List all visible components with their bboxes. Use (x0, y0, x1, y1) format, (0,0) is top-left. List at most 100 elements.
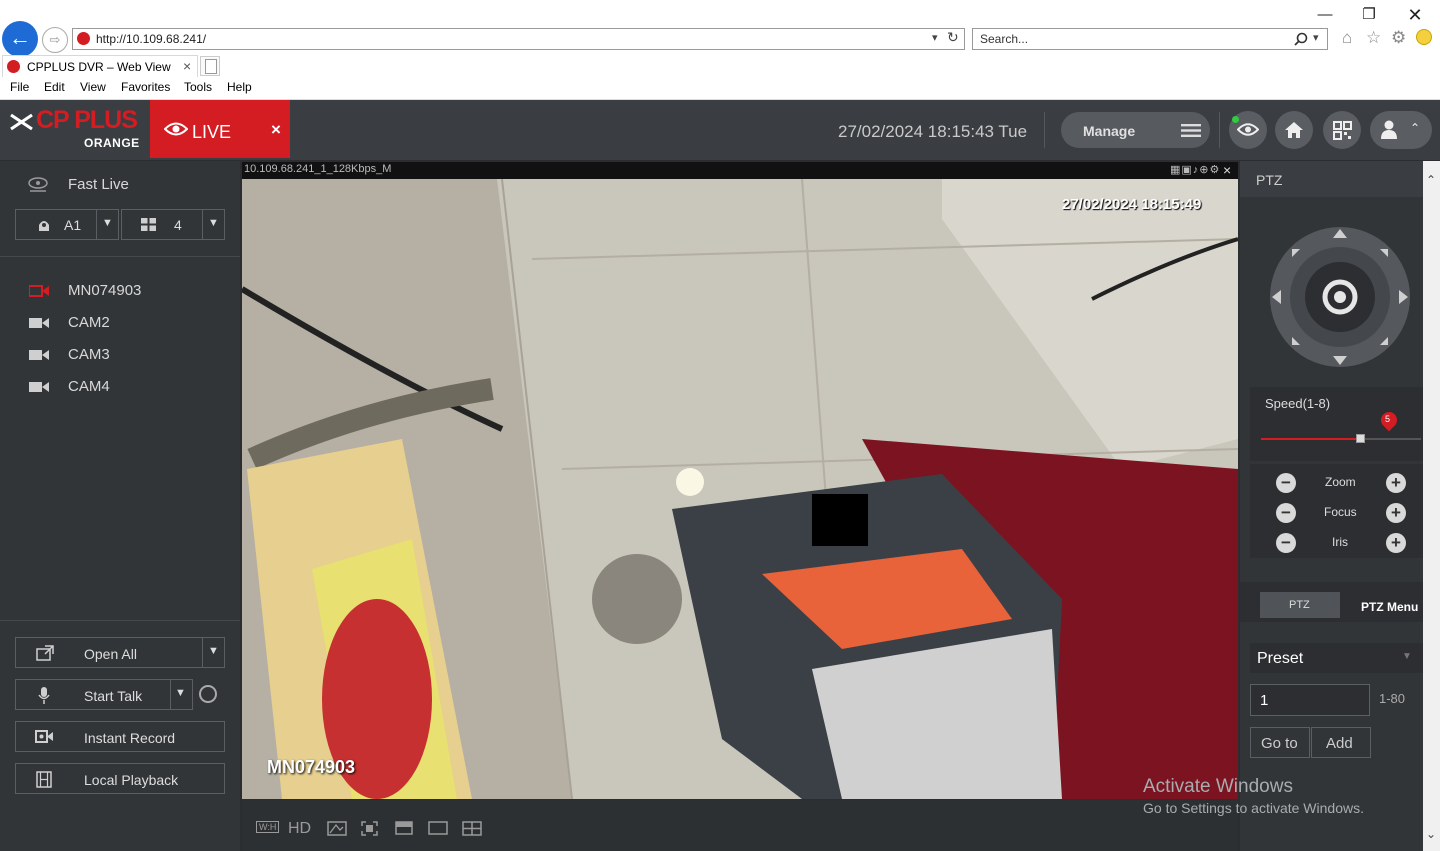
osd-camera-name: MN074903 (267, 757, 356, 777)
speed-slider-thumb[interactable] (1356, 434, 1366, 443)
speed-label: Speed(1-8) (1265, 396, 1331, 411)
live-view-button[interactable] (1229, 111, 1267, 149)
user-menu-button[interactable]: ⌃ (1370, 111, 1432, 149)
scroll-down-icon[interactable]: ⌄ (1426, 827, 1436, 841)
zoom-label: Zoom (1325, 475, 1356, 489)
address-bar[interactable]: http://10.109.68.241/ ▾ ↻ (72, 28, 965, 50)
manage-button[interactable]: Manage (1061, 112, 1210, 148)
preset-select-value: Preset (1257, 650, 1304, 667)
zoom-in-button[interactable]: + (1386, 473, 1406, 493)
aspect-ratio-button[interactable]: W:H (256, 821, 280, 833)
feedback-smiley-icon[interactable] (1416, 29, 1432, 45)
search-field[interactable]: Search... ▾ (972, 28, 1328, 50)
caret-down-icon[interactable]: ▼ (175, 687, 186, 699)
video-close-icon[interactable]: × (1223, 162, 1231, 178)
single-layout-icon[interactable] (428, 821, 448, 835)
logo-text: CP PLUS (36, 106, 138, 134)
search-dropdown-icon[interactable]: ▾ (1313, 31, 1319, 44)
manage-label: Manage (1083, 123, 1136, 139)
qr-code-icon (1332, 121, 1352, 140)
home-button[interactable] (1275, 111, 1313, 149)
tab-close-icon[interactable]: × (183, 58, 191, 74)
start-talk-button[interactable]: Start Talk ▼ (15, 679, 193, 710)
favorites-star-icon[interactable]: ☆ (1366, 28, 1381, 48)
minimize-icon[interactable]: — (1310, 2, 1340, 28)
hd-button[interactable]: HD (288, 820, 311, 838)
menu-tools[interactable]: Tools (184, 80, 212, 94)
search-icon[interactable] (1294, 32, 1308, 46)
qr-code-button[interactable] (1323, 111, 1361, 149)
site-favicon-icon (77, 32, 90, 45)
forward-arrow-icon[interactable]: ⇨ (42, 27, 68, 53)
caret-down-icon: ▼ (102, 217, 113, 229)
page-scrollbar[interactable]: ⌃ ⌄ (1423, 161, 1440, 851)
preset-range: 1-80 (1379, 691, 1406, 706)
preset-number-input[interactable]: 1 (1250, 684, 1370, 716)
ptz-direction-pad[interactable] (1268, 225, 1412, 369)
logo-mark-icon (10, 113, 33, 131)
live-close-icon[interactable]: × (271, 120, 281, 140)
add-preset-button[interactable]: Add (1311, 727, 1371, 758)
header-divider (1044, 112, 1045, 148)
close-window-icon[interactable]: ✕ (1400, 2, 1430, 28)
camera-item-mn074903[interactable]: MN074903 (0, 279, 240, 305)
home-house-icon (1285, 122, 1303, 138)
button-divider (202, 638, 203, 667)
browser-tab[interactable]: CPPLUS DVR – Web View × (2, 55, 198, 77)
panel-divider (0, 620, 240, 621)
preset-number-value: 1 (1260, 692, 1269, 709)
zoom-out-button[interactable]: − (1276, 473, 1296, 493)
menu-help[interactable]: Help (227, 80, 252, 94)
camera-item-cam2[interactable]: CAM2 (0, 311, 240, 337)
focus-minus-button[interactable]: − (1276, 503, 1296, 523)
new-tab-button[interactable] (200, 56, 220, 76)
back-arrow-icon[interactable]: ← (2, 21, 38, 57)
scroll-up-icon[interactable]: ⌃ (1426, 173, 1436, 187)
home-icon[interactable]: ⌂ (1342, 28, 1352, 48)
menu-view[interactable]: View (80, 80, 106, 94)
tab-ptz[interactable]: PTZ (1260, 592, 1340, 618)
speed-control: Speed(1-8) 5 (1250, 387, 1423, 461)
menu-file[interactable]: File (10, 80, 29, 94)
preview-eye-icon (1236, 123, 1260, 136)
tab-ptz-menu[interactable]: PTZ Menu (1361, 600, 1418, 614)
camera-item-cam3[interactable]: CAM3 (0, 343, 240, 369)
refresh-icon[interactable]: ↻ (947, 29, 959, 46)
quad-layout-icon[interactable] (462, 821, 482, 836)
talk-status-indicator[interactable] (199, 685, 217, 703)
menu-favorites[interactable]: Favorites (121, 80, 170, 94)
menu-bar: File Edit View Favorites Tools Help (0, 78, 1440, 100)
single-view-icon[interactable] (395, 821, 413, 835)
live-tab[interactable]: LIVE × (150, 100, 290, 158)
goto-button[interactable]: Go to (1250, 727, 1310, 758)
open-all-button[interactable]: Open All ▼ (15, 637, 225, 668)
iris-plus-button[interactable]: + (1386, 533, 1406, 553)
dropdown-arrow-icon[interactable]: ▾ (932, 31, 938, 44)
camera-icon (29, 318, 49, 328)
caret-down-icon[interactable]: ▼ (208, 645, 219, 657)
goto-label: Go to (1261, 735, 1298, 752)
iris-minus-button[interactable]: − (1276, 533, 1296, 553)
status-dot-icon (1232, 116, 1239, 123)
camera-name: MN074903 (68, 282, 142, 299)
instant-record-button[interactable]: Instant Record (15, 721, 225, 752)
menu-edit[interactable]: Edit (44, 80, 65, 94)
camera-name: CAM2 (68, 314, 110, 331)
fullscreen-icon[interactable] (361, 821, 378, 836)
layout-select[interactable]: 4 ▼ (121, 209, 225, 240)
focus-plus-button[interactable]: + (1386, 503, 1406, 523)
preset-select[interactable]: Preset ▼ (1250, 643, 1423, 673)
restore-icon[interactable]: ❐ (1354, 2, 1384, 28)
image-adjust-icon[interactable] (327, 821, 347, 836)
speed-value: 5 (1385, 414, 1391, 424)
camera-icon (29, 382, 49, 392)
settings-gear-icon[interactable]: ⚙ (1391, 28, 1406, 48)
header-datetime: 27/02/2024 18:15:43 Tue (838, 122, 1028, 141)
live-video-view[interactable]: 10.109.68.241_1_128Kbps_M ▦▣♪⊕⚙ × 27/02/… (242, 162, 1238, 799)
speed-slider-fill (1261, 438, 1361, 440)
video-tool-icons[interactable]: ▦▣♪⊕⚙ (1170, 163, 1220, 176)
stream-select[interactable]: A1 ▼ (15, 209, 119, 240)
camera-item-cam4[interactable]: CAM4 (0, 375, 240, 401)
video-toolbar: W:H HD (242, 800, 1238, 851)
local-playback-button[interactable]: Local Playback (15, 763, 225, 794)
